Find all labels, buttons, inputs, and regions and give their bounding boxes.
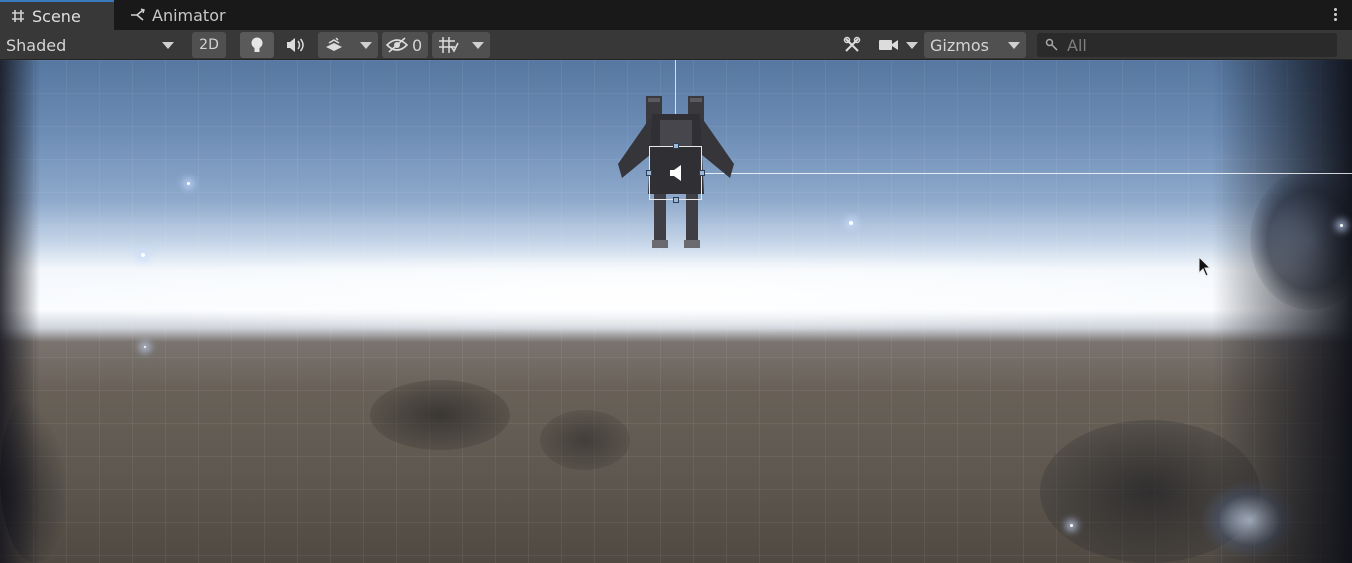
resize-handle-right[interactable] (699, 170, 705, 176)
more-options-icon[interactable] (1332, 6, 1338, 24)
effects-dropdown[interactable] (318, 32, 378, 58)
search-placeholder: All (1067, 35, 1087, 55)
resize-handle-top[interactable] (673, 143, 679, 149)
tab-scene-label: Scene (32, 6, 81, 26)
grid-hash-icon (10, 8, 26, 24)
camera-icon (879, 40, 898, 50)
tools-button[interactable] (836, 32, 868, 58)
tab-scene[interactable]: Scene (0, 0, 114, 30)
chevron-down-icon (906, 42, 918, 49)
tab-animator[interactable]: Animator (126, 0, 246, 30)
draw-mode-dropdown[interactable]: Shaded (0, 32, 184, 58)
camera-settings-dropdown[interactable] (874, 32, 920, 58)
gizmos-label: Gizmos (930, 35, 989, 55)
star (187, 182, 190, 185)
audio-source-gizmo-icon[interactable] (668, 164, 684, 182)
mouse-cursor-icon (1198, 256, 1212, 277)
search-icon (1045, 38, 1058, 51)
star (1070, 524, 1073, 527)
grid-snapping-dropdown[interactable] (432, 32, 490, 58)
hidden-count: 0 (412, 35, 423, 55)
dark-nebula-patch (540, 410, 630, 470)
toggle-2d-button[interactable]: 2D (192, 32, 226, 58)
resize-handle-left[interactable] (646, 170, 652, 176)
star (1340, 224, 1343, 227)
resize-handle-bottom[interactable] (673, 197, 679, 203)
tools-wrench-icon (843, 36, 861, 52)
star (141, 253, 145, 257)
eye-hidden-icon (386, 37, 408, 53)
scene-toolbar: Shaded 2D 0 Gizmos All (0, 30, 1352, 60)
toggle-2d-label: 2D (199, 37, 219, 53)
scene-visibility-toggle[interactable]: 0 (382, 32, 428, 58)
speaker-icon (287, 38, 304, 52)
audio-toggle-button[interactable] (278, 32, 312, 58)
chevron-down-icon (1008, 42, 1020, 49)
star (849, 221, 853, 225)
gizmos-dropdown[interactable]: Gizmos (924, 32, 1026, 58)
chevron-down-icon (162, 42, 174, 49)
space-edge-left (0, 60, 40, 563)
dark-nebula-patch (370, 380, 510, 450)
tab-animator-label: Animator (152, 5, 226, 25)
tab-bar: Scene Animator (0, 0, 1352, 30)
space-edge-right (1212, 60, 1352, 563)
chevron-down-icon (472, 42, 484, 49)
grid-snap-icon (439, 37, 459, 53)
lightbulb-icon (251, 37, 263, 52)
star (144, 346, 146, 348)
scene-search-field[interactable]: All (1037, 33, 1337, 57)
layers-effects-icon (326, 37, 342, 51)
chevron-down-icon (360, 42, 372, 49)
scene-viewport[interactable] (0, 60, 1352, 563)
gizmo-x-axis-line (703, 173, 1352, 174)
animator-branch-icon (130, 7, 146, 23)
draw-mode-label: Shaded (6, 35, 67, 55)
lighting-toggle-button[interactable] (240, 32, 274, 58)
